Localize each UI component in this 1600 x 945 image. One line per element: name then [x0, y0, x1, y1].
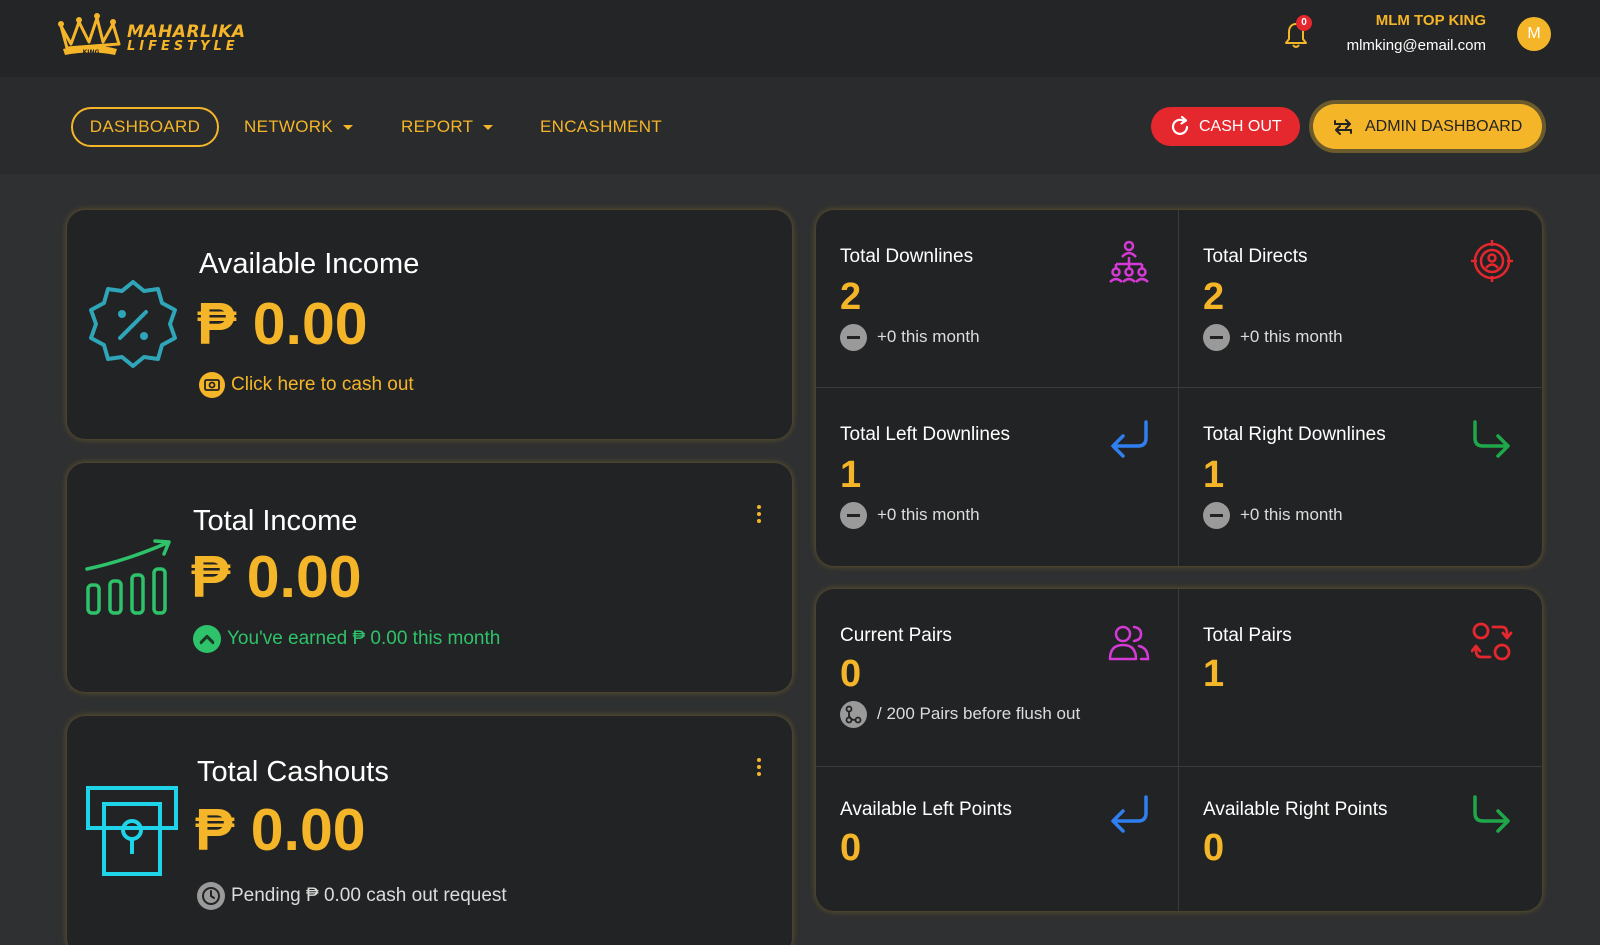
total-cashouts-value: ₱ 0.00 — [195, 797, 366, 863]
stat-sub-text: / 200 Pairs before flush out — [877, 703, 1081, 723]
stat-total-pairs: Total Pairs 1 — [1179, 589, 1541, 766]
stat-value: 2 — [1203, 276, 1225, 318]
cash-out-link[interactable]: Click here to cash out — [199, 372, 414, 398]
stat-label: Total Downlines — [840, 246, 974, 267]
stat-sub-text: +0 this month — [877, 326, 980, 346]
monthly-earnings-note: You've earned ₱ 0.00 this month — [193, 625, 500, 653]
total-income-title: Total Income — [193, 505, 358, 537]
user-name[interactable]: MLM TOP KING — [1376, 12, 1486, 29]
monthly-earnings-text: You've earned ₱ 0.00 this month — [227, 628, 501, 650]
stat-total-downlines: Total Downlines 2 +0 this month — [816, 210, 1178, 387]
cash-out-label: CASH OUT — [1199, 118, 1282, 135]
stat-sub-text: +0 this month — [877, 504, 980, 524]
nav-network[interactable]: NETWORK — [244, 107, 353, 147]
stat-current-pairs: Current Pairs 0 / 200 Pairs before flush… — [816, 589, 1178, 766]
stat-value: 1 — [1203, 653, 1225, 695]
stat-total-left-downlines: Total Left Downlines 1 +0 this month — [816, 388, 1178, 566]
stat-sub: / 200 Pairs before flush out — [840, 701, 1080, 728]
top-bar: KING MAHARLIKA LIFESTYLE 0 MLM TOP KING … — [0, 0, 1600, 77]
logo-text-line2: LIFESTYLE — [127, 39, 239, 54]
stat-total-right-downlines: Total Right Downlines 1 +0 this month — [1179, 388, 1541, 566]
stat-available-right-points: Available Right Points 0 — [1179, 767, 1541, 911]
double-chevron-up-icon — [193, 625, 221, 653]
arrow-right-turn-icon — [1473, 420, 1510, 458]
nav-report[interactable]: REPORT — [401, 107, 494, 147]
total-cashouts-title: Total Cashouts — [197, 756, 389, 788]
stat-value: 1 — [840, 454, 862, 496]
clock-icon — [197, 882, 225, 910]
nav-report-label: REPORT — [401, 117, 474, 136]
nav-encashment[interactable]: ENCASHMENT — [540, 107, 662, 147]
discount-badge-icon — [89, 280, 177, 368]
cash-icon — [199, 372, 225, 398]
stat-label: Current Pairs — [840, 625, 952, 646]
more-options-icon[interactable] — [757, 505, 763, 527]
total-income-value: ₱ 0.00 — [191, 544, 362, 610]
stat-total-directs: Total Directs 2 +0 this month — [1179, 210, 1541, 387]
stat-value: 1 — [1203, 454, 1225, 496]
stat-value: 2 — [840, 276, 862, 318]
switch-arrows-icon — [1334, 119, 1352, 135]
available-income-title: Available Income — [199, 248, 420, 280]
refresh-icon — [1171, 115, 1189, 135]
minus-circle-icon — [1203, 324, 1230, 351]
users-icon — [1108, 625, 1150, 661]
minus-circle-icon — [840, 324, 867, 351]
available-income-card: Available Income ₱ 0.00 Click here to ca… — [67, 210, 792, 439]
pending-cashout-text: Pending ₱ 0.00 cash out request — [231, 885, 507, 907]
exchange-circles-icon — [1471, 622, 1513, 661]
atm-withdraw-icon — [86, 786, 178, 876]
stat-sub: +0 this month — [1203, 502, 1343, 529]
stat-value: 0 — [840, 827, 862, 869]
growth-chart-icon — [85, 539, 171, 615]
stat-value: 0 — [1203, 827, 1225, 869]
stat-sub-text: +0 this month — [1240, 326, 1343, 346]
stat-label: Total Right Downlines — [1203, 424, 1386, 445]
chevron-down-icon — [483, 125, 494, 131]
stat-sub: +0 this month — [1203, 324, 1343, 351]
stat-label: Total Directs — [1203, 246, 1308, 267]
nav-dashboard[interactable]: DASHBOARD — [71, 107, 219, 147]
stat-label: Total Left Downlines — [840, 424, 1011, 445]
total-income-card: Total Income ₱ 0.00 You've earned ₱ 0.00… — [67, 463, 792, 692]
more-options-icon[interactable] — [757, 758, 763, 780]
cash-out-link-text: Click here to cash out — [231, 374, 414, 396]
arrow-left-turn-icon — [1111, 420, 1148, 458]
stat-label: Available Right Points — [1203, 799, 1388, 820]
minus-circle-icon — [840, 502, 867, 529]
stat-available-left-points: Available Left Points 0 — [816, 767, 1178, 911]
svg-text:KING: KING — [83, 49, 100, 56]
cash-out-button[interactable]: CASH OUT — [1151, 107, 1300, 146]
crown-icon: KING — [58, 13, 121, 56]
nav-network-label: NETWORK — [244, 117, 333, 136]
stat-sub: +0 this month — [840, 502, 980, 529]
target-user-icon — [1471, 240, 1513, 282]
stat-sub: +0 this month — [840, 324, 980, 351]
stat-value: 0 — [840, 653, 862, 695]
user-email: mlmking@email.com — [1346, 37, 1486, 54]
chevron-down-icon — [342, 125, 353, 131]
stat-label: Available Left Points — [840, 799, 1012, 820]
downline-stats-card: Total Downlines 2 +0 this month Total Di… — [816, 210, 1542, 566]
notification-badge: 0 — [1296, 15, 1312, 31]
minus-circle-icon — [1203, 502, 1230, 529]
available-income-value: ₱ 0.00 — [197, 291, 368, 357]
arrow-left-turn-icon — [1111, 795, 1148, 833]
admin-dashboard-button[interactable]: ADMIN DASHBOARD — [1313, 104, 1542, 149]
main-nav: DASHBOARD NETWORK REPORT ENCASHMENT CASH… — [0, 77, 1600, 174]
brand-logo[interactable]: KING MAHARLIKA LIFESTYLE — [57, 12, 257, 58]
stat-label: Total Pairs — [1203, 625, 1292, 646]
admin-dashboard-label: ADMIN DASHBOARD — [1365, 118, 1523, 135]
total-cashouts-card: Total Cashouts ₱ 0.00 Pending ₱ 0.00 cas… — [67, 716, 792, 945]
pending-cashout-note: Pending ₱ 0.00 cash out request — [197, 882, 507, 910]
pair-stats-card: Current Pairs 0 / 200 Pairs before flush… — [816, 589, 1542, 911]
git-branch-icon — [840, 701, 867, 728]
arrow-right-turn-icon — [1473, 795, 1510, 833]
stat-sub-text: +0 this month — [1240, 504, 1343, 524]
hierarchy-icon — [1109, 240, 1149, 283]
avatar[interactable]: M — [1517, 17, 1551, 51]
